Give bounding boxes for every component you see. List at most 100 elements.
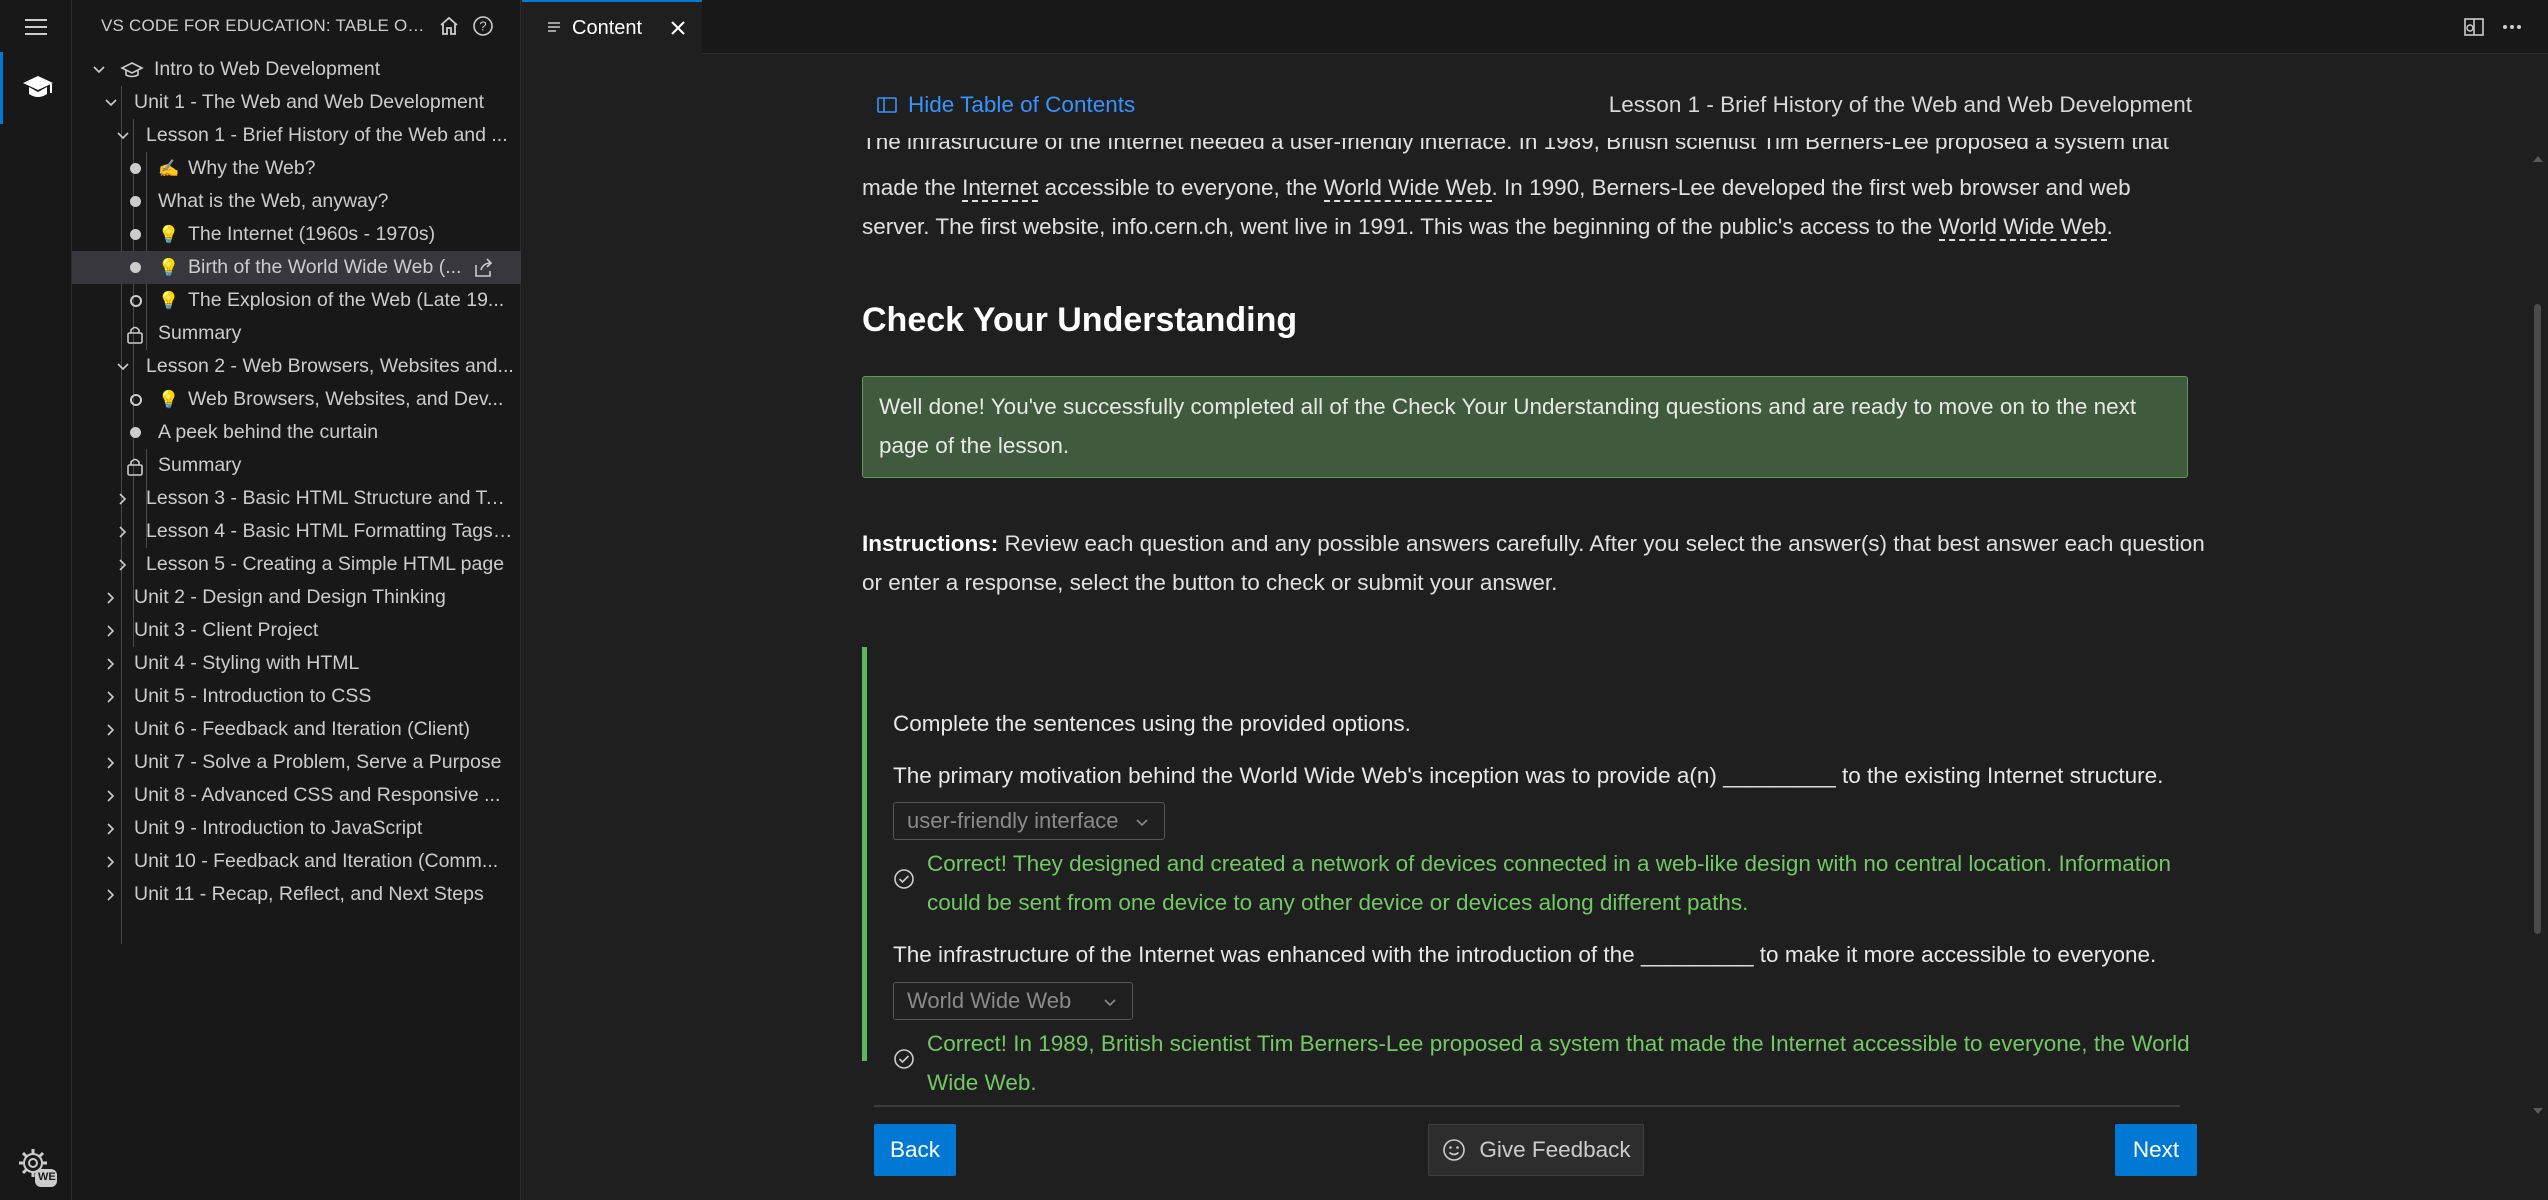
lesson-content-panel: The infrastructure of the Internet neede…: [522, 54, 2548, 1200]
lock-icon: [127, 326, 143, 344]
activity-bar: WE: [0, 0, 72, 1200]
feedback-line: Correct! In 1989, British scientist Tim …: [927, 1031, 2190, 1056]
incomplete-dot-icon: [130, 393, 142, 406]
text-run: Review each question and any possible an…: [998, 531, 2205, 556]
tree-item-label: The Explosion of the Web (Late 19...: [188, 289, 505, 311]
menu-icon[interactable]: [0, 0, 72, 54]
tree-item-label: Why the Web?: [188, 157, 316, 179]
tree-item-unit-2[interactable]: Unit 2 - Design and Design Thinking: [72, 581, 521, 614]
tree-item-page[interactable]: A peek behind the curtain: [72, 416, 521, 449]
lock-icon: [127, 458, 143, 476]
tree-item-label: Unit 5 - Introduction to CSS: [134, 685, 372, 707]
completed-dot-icon: [130, 427, 141, 438]
hide-toc-label: Hide Table of Contents: [908, 92, 1136, 117]
tree-item-page[interactable]: 💡 The Explosion of the Web (Late 19...: [72, 284, 521, 317]
close-icon[interactable]: [666, 16, 690, 40]
tree-item-unit-9[interactable]: Unit 9 - Introduction to JavaScript: [72, 812, 521, 845]
sidebar-toggle-icon: [877, 97, 897, 113]
tree-item-unit-4[interactable]: Unit 4 - Styling with HTML: [72, 647, 521, 680]
education-toc-icon[interactable]: [0, 52, 72, 124]
tree-item-lesson-2[interactable]: Lesson 2 - Web Browsers, Websites and...: [72, 350, 521, 383]
tree-item-label: Unit 7 - Solve a Problem, Serve a Purpos…: [134, 751, 502, 773]
tree-item-unit-6[interactable]: Unit 6 - Feedback and Iteration (Client): [72, 713, 521, 746]
intro-paragraph: made the Internet accessible to everyone…: [862, 168, 2202, 246]
tree-item-lesson-5[interactable]: Lesson 5 - Creating a Simple HTML page: [72, 548, 521, 581]
manage-gear-icon[interactable]: WE: [0, 1134, 72, 1198]
tree-item-summary[interactable]: Summary: [72, 449, 521, 482]
tree-item-page[interactable]: 💡 The Internet (1960s - 1970s): [72, 218, 521, 251]
scroll-down-arrow-icon[interactable]: [2532, 1106, 2544, 1116]
incomplete-dot-icon: [130, 294, 142, 307]
tree-item-summary[interactable]: Summary: [72, 317, 521, 350]
text-run: made the: [862, 175, 963, 200]
instructions-label: Instructions:: [862, 531, 999, 556]
scroll-up-arrow-icon[interactable]: [2532, 154, 2544, 164]
tree-item-unit-7[interactable]: Unit 7 - Solve a Problem, Serve a Purpos…: [72, 746, 521, 779]
tree-item-label: Lesson 5 - Creating a Simple HTML page: [146, 553, 505, 575]
chevron-down-icon: [1136, 819, 1148, 827]
tree-item-label: Lesson 3 - Basic HTML Structure and Tags: [146, 487, 514, 509]
vertical-scrollbar[interactable]: [2526, 154, 2548, 1124]
tree-item-page-selected[interactable]: 💡 Birth of the World Wide Web (...: [72, 251, 521, 284]
share-icon[interactable]: [472, 257, 496, 279]
back-button[interactable]: Back: [874, 1124, 956, 1176]
tree-item-page[interactable]: 💡 Web Browsers, Websites, and Dev...: [72, 383, 521, 416]
tree-item-label: Unit 10 - Feedback and Iteration (Comm..…: [134, 850, 499, 872]
sidebar-header: VS CODE FOR EDUCATION: TABLE OF CON... ?: [72, 0, 520, 52]
hide-toc-button[interactable]: Hide Table of Contents: [876, 92, 1135, 118]
tree-item-unit-10[interactable]: Unit 10 - Feedback and Iteration (Comm..…: [72, 845, 521, 878]
glossary-term[interactable]: World Wide Web: [1938, 214, 2107, 241]
tree-item-lesson-4[interactable]: Lesson 4 - Basic HTML Formatting Tags ..…: [72, 515, 521, 548]
tree-item-lesson-1[interactable]: Lesson 1 - Brief History of the Web and …: [72, 119, 521, 152]
text-run: . In 1990, Berners-Lee developed the fir…: [1491, 175, 2131, 200]
tree-item-label: Unit 4 - Styling with HTML: [134, 652, 360, 674]
glossary-term[interactable]: World Wide Web: [1323, 175, 1492, 202]
feedback-line: Wide Web.: [927, 1070, 1037, 1095]
question-2-text: The infrastructure of the Internet was e…: [893, 942, 2157, 967]
tree-item-label: Lesson 1 - Brief History of the Web and …: [146, 124, 508, 146]
tree-item-unit-3[interactable]: Unit 3 - Client Project: [72, 614, 521, 647]
tree-item-unit-5[interactable]: Unit 5 - Introduction to CSS: [72, 680, 521, 713]
tab-label: Content: [572, 16, 643, 39]
tree-item-label: Unit 6 - Feedback and Iteration (Client): [134, 718, 470, 740]
tree-item-page[interactable]: What is the Web, anyway?: [72, 185, 521, 218]
check-understanding-heading: Check Your Understanding: [862, 301, 1298, 339]
question-1-feedback: Correct! They designed and created a net…: [927, 844, 2177, 922]
question-1-selected-value: user-friendly interface: [907, 808, 1119, 833]
tree-item-label: Unit 9 - Introduction to JavaScript: [134, 817, 423, 839]
question-2-selected-value: World Wide Web: [907, 988, 1072, 1013]
glossary-term[interactable]: Internet: [962, 175, 1039, 202]
tree-item-page[interactable]: ✍️ Why the Web?: [72, 152, 521, 185]
tree-item-label: Web Browsers, Websites, and Dev...: [188, 388, 504, 410]
next-button[interactable]: Next: [2115, 1124, 2197, 1176]
document-lines-icon: [548, 22, 560, 32]
text-run: or enter a response, select the button t…: [862, 570, 1558, 595]
feedback-line: Correct! They designed and created a net…: [927, 851, 2172, 876]
scrollbar-thumb[interactable]: [2534, 304, 2541, 934]
tree-item-label: What is the Web, anyway?: [158, 190, 389, 212]
question-2-select[interactable]: World Wide Web: [893, 982, 1133, 1020]
feedback-line: could be sent from one device to any oth…: [927, 890, 1749, 915]
open-preview-side-icon[interactable]: [2462, 15, 2486, 39]
tree-item-label: Unit 3 - Client Project: [134, 619, 319, 641]
tree-item-label: Lesson 4 - Basic HTML Formatting Tags ..…: [146, 520, 514, 542]
question-1-select[interactable]: user-friendly interface: [893, 802, 1165, 840]
help-icon[interactable]: ?: [469, 12, 497, 40]
question-2-feedback: Correct! In 1989, British scientist Tim …: [927, 1024, 2190, 1102]
tree-item-intro-to-web-development[interactable]: Intro to Web Development: [72, 53, 521, 86]
give-feedback-button[interactable]: Give Feedback: [1428, 1124, 1644, 1176]
sidebar: VS CODE FOR EDUCATION: TABLE OF CON... ?…: [72, 0, 521, 1200]
lightbulb-icon: 💡: [158, 389, 180, 409]
more-actions-icon[interactable]: [2500, 15, 2524, 39]
tree-item-lesson-3[interactable]: Lesson 3 - Basic HTML Structure and Tags: [72, 482, 521, 515]
account-badge: WE: [38, 1171, 56, 1183]
home-icon[interactable]: [435, 12, 463, 40]
nav-divider: [874, 1105, 2180, 1107]
tree-item-label: Lesson 2 - Web Browsers, Websites and...: [146, 355, 514, 377]
sidebar-title: VS CODE FOR EDUCATION: TABLE OF CON...: [101, 16, 429, 35]
tree-item-unit-1[interactable]: Unit 1 - The Web and Web Development: [72, 86, 521, 119]
tab-content[interactable]: Content: [522, 0, 702, 54]
question-prompt: Complete the sentences using the provide…: [893, 711, 1411, 736]
tree-item-unit-11[interactable]: Unit 11 - Recap, Reflect, and Next Steps: [72, 878, 521, 911]
tree-item-unit-8[interactable]: Unit 8 - Advanced CSS and Responsive ...: [72, 779, 521, 812]
